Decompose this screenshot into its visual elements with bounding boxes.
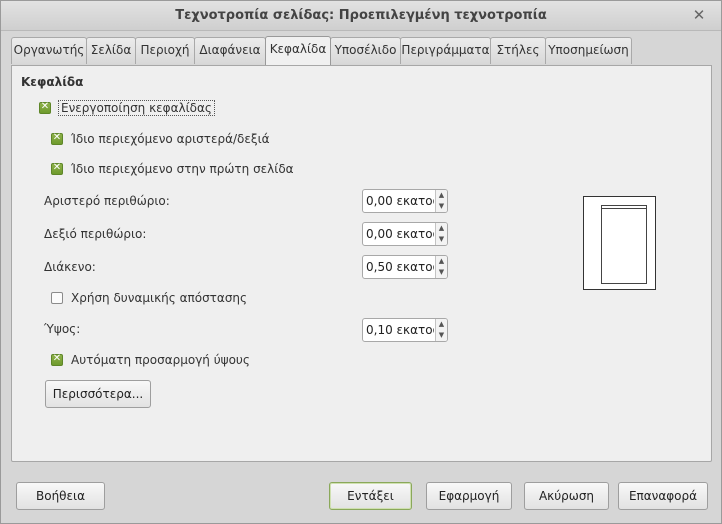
preview-page <box>601 205 647 284</box>
same-left-right-row[interactable]: ✕ Ίδιο περιεχόμενο αριστερά/δεξιά <box>51 130 270 148</box>
spacing-value[interactable]: 0,50 εκατοστ <box>366 260 434 274</box>
same-first-page-checkbox[interactable]: ✕ <box>51 162 63 175</box>
spacing-label: Διάκενο: <box>44 260 96 274</box>
close-icon[interactable]: ✕ <box>691 7 707 23</box>
right-margin-spinbox[interactable]: 0,00 εκατοστ ▲▼ <box>362 222 448 246</box>
same-first-page-row[interactable]: ✕ Ίδιο περιεχόμενο στην πρώτη σελίδα <box>51 160 294 178</box>
page-style-dialog: Τεχνοτροπία σελίδας: Προεπιλεγμένη τεχνο… <box>0 0 722 524</box>
reset-button[interactable]: Επαναφορά <box>618 482 708 510</box>
spin-down-icon[interactable]: ▼ <box>436 330 447 341</box>
enable-header-checkbox[interactable]: ✕ <box>39 101 51 114</box>
right-margin-label: Δεξιό περιθώριο: <box>44 227 147 241</box>
tab-footnote[interactable]: Υποσημείωση <box>545 37 632 64</box>
left-margin-label: Αριστερό περιθώριο: <box>44 194 170 208</box>
height-spinbox[interactable]: 0,10 εκατοστ ▲▼ <box>362 318 448 342</box>
spin-up-icon[interactable]: ▲ <box>436 223 447 234</box>
tab-organizer[interactable]: Οργανωτής <box>11 37 87 64</box>
tab-footer[interactable]: Υποσέλιδο <box>330 37 401 64</box>
header-preview <box>583 196 656 290</box>
autofit-height-checkbox[interactable]: ✕ <box>51 353 63 366</box>
same-left-right-label: Ίδιο περιεχόμενο αριστερά/δεξιά <box>71 132 270 146</box>
apply-button[interactable]: Εφαρμογή <box>426 482 512 510</box>
preview-header-band <box>601 205 647 209</box>
spin-up-icon[interactable]: ▲ <box>436 256 447 267</box>
tab-area[interactable]: Περιοχή <box>135 37 195 64</box>
enable-header-row[interactable]: ✕ Ενεργοποίηση κεφαλίδας <box>39 99 215 117</box>
autofit-height-label: Αυτόματη προσαρμογή ύψους <box>71 353 250 367</box>
dynamic-spacing-row[interactable]: Χρήση δυναμικής απόστασης <box>51 289 247 307</box>
left-margin-value[interactable]: 0,00 εκατοστ <box>366 194 434 208</box>
tab-borders[interactable]: Περιγράμματα <box>400 37 491 64</box>
tab-header[interactable]: Κεφαλίδα <box>265 36 331 65</box>
help-button[interactable]: Βοήθεια <box>16 482 105 510</box>
spin-down-icon[interactable]: ▼ <box>436 267 447 278</box>
spin-down-icon[interactable]: ▼ <box>436 234 447 245</box>
tab-columns[interactable]: Στήλες <box>490 37 546 64</box>
height-label: Ύψος: <box>44 322 81 336</box>
tab-page[interactable]: Σελίδα <box>86 37 136 64</box>
section-title: Κεφαλίδα <box>21 75 84 89</box>
dynamic-spacing-label: Χρήση δυναμικής απόστασης <box>71 291 248 305</box>
window-title: Τεχνοτροπία σελίδας: Προεπιλεγμένη τεχνο… <box>175 8 547 23</box>
tab-transparency[interactable]: Διαφάνεια <box>194 37 266 64</box>
dynamic-spacing-checkbox[interactable] <box>51 292 63 304</box>
spin-up-icon[interactable]: ▲ <box>436 190 447 201</box>
height-value[interactable]: 0,10 εκατοστ <box>366 323 434 337</box>
cancel-button[interactable]: Ακύρωση <box>524 482 609 510</box>
title-bar: Τεχνοτροπία σελίδας: Προεπιλεγμένη τεχνο… <box>1 1 721 31</box>
spin-up-icon[interactable]: ▲ <box>436 319 447 330</box>
right-margin-value[interactable]: 0,00 εκατοστ <box>366 227 434 241</box>
left-margin-spinbox[interactable]: 0,00 εκατοστ ▲▼ <box>362 189 448 213</box>
autofit-height-row[interactable]: ✕ Αυτόματη προσαρμογή ύψους <box>51 351 250 369</box>
header-panel: Κεφαλίδα ✕ Ενεργοποίηση κεφαλίδας ✕ Ίδιο… <box>11 65 712 462</box>
ok-button[interactable]: Εντάξει <box>329 482 412 510</box>
enable-header-label: Ενεργοποίηση κεφαλίδας <box>58 100 215 116</box>
same-first-page-label: Ίδιο περιεχόμενο στην πρώτη σελίδα <box>71 162 294 176</box>
spin-down-icon[interactable]: ▼ <box>436 201 447 212</box>
spacing-spinbox[interactable]: 0,50 εκατοστ ▲▼ <box>362 255 448 279</box>
same-left-right-checkbox[interactable]: ✕ <box>51 132 63 145</box>
more-button[interactable]: Περισσότερα... <box>45 380 151 408</box>
